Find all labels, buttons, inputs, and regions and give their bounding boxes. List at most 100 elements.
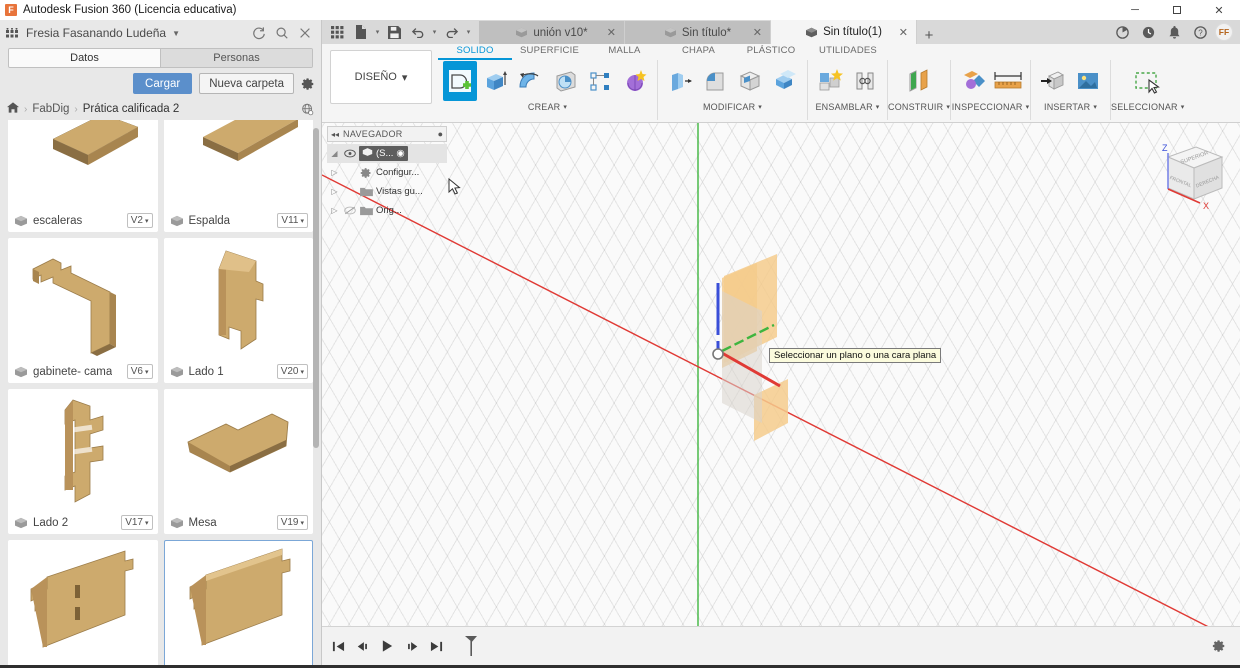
eye-icon[interactable] bbox=[343, 149, 356, 158]
search-icon[interactable] bbox=[275, 26, 289, 40]
save-icon[interactable] bbox=[384, 22, 405, 42]
minimize-button[interactable]: ─ bbox=[1114, 0, 1156, 20]
document-tab-sin-titulo-1[interactable]: Sin título(1) ✕ bbox=[771, 20, 917, 44]
revolve-icon[interactable] bbox=[513, 61, 547, 101]
item-version-badge[interactable]: V11▾ bbox=[277, 213, 308, 228]
document-tab-sin-titulo[interactable]: Sin título* ✕ bbox=[625, 21, 771, 44]
browser-options-icon[interactable]: ● bbox=[438, 129, 443, 139]
new-component-icon[interactable] bbox=[813, 61, 847, 101]
home-icon[interactable] bbox=[7, 102, 19, 116]
tab-datos[interactable]: Datos bbox=[9, 49, 160, 67]
combine-icon[interactable] bbox=[768, 61, 802, 101]
panel-label-inspeccionar[interactable]: INSPECCIONAR▾ bbox=[952, 102, 1030, 112]
list-item[interactable]: Lado 2 V17▾ bbox=[8, 389, 158, 534]
pattern-icon[interactable] bbox=[583, 61, 617, 101]
list-item[interactable]: Espalda V11▾ bbox=[164, 120, 314, 232]
ribbon-tab-utilidades[interactable]: UTILIDADES bbox=[807, 45, 889, 58]
step-back-icon[interactable] bbox=[356, 640, 370, 656]
notifications-bell-icon[interactable] bbox=[1163, 21, 1185, 43]
chevron-down-icon[interactable]: ▾ bbox=[430, 22, 439, 42]
new-file-icon[interactable] bbox=[350, 22, 371, 42]
list-item[interactable]: escaleras V2▾ bbox=[8, 120, 158, 232]
interference-icon[interactable] bbox=[956, 61, 990, 101]
help-icon[interactable]: ? bbox=[1189, 21, 1211, 43]
ribbon-tab-solido[interactable]: SOLIDO bbox=[438, 45, 512, 60]
panel-label-insertar[interactable]: INSERTAR▾ bbox=[1044, 102, 1097, 112]
extrude-icon[interactable] bbox=[478, 61, 512, 101]
maximize-button[interactable] bbox=[1156, 0, 1198, 20]
upload-button[interactable]: Cargar bbox=[133, 73, 192, 94]
press-pull-icon[interactable] bbox=[663, 61, 697, 101]
list-item[interactable]: Mesa V19▾ bbox=[164, 389, 314, 534]
joint-icon[interactable] bbox=[848, 61, 882, 101]
close-icon[interactable] bbox=[298, 26, 312, 40]
root-component-chip[interactable]: (S... ◉ bbox=[359, 146, 408, 161]
ribbon-tab-superficie[interactable]: SUPERFICIE bbox=[512, 45, 587, 58]
expander-icon[interactable]: ▷ bbox=[329, 168, 340, 177]
data-panel-scrollbar[interactable] bbox=[313, 128, 319, 448]
list-item-selected[interactable]: Pared de la cama V10▾ bbox=[164, 540, 314, 668]
go-to-start-icon[interactable] bbox=[332, 640, 345, 656]
timeline-marker-icon[interactable] bbox=[464, 635, 478, 660]
breadcrumb-item-current[interactable]: Prática calificada 2 bbox=[83, 103, 180, 115]
window-select-icon[interactable] bbox=[1127, 61, 1169, 101]
recent-icon[interactable] bbox=[1137, 21, 1159, 43]
play-icon[interactable] bbox=[381, 639, 394, 656]
item-version-badge[interactable]: V2▾ bbox=[127, 213, 153, 228]
undo-icon[interactable] bbox=[407, 22, 428, 42]
insert-derive-icon[interactable] bbox=[1036, 61, 1070, 101]
expander-icon[interactable]: ◢ bbox=[329, 149, 340, 158]
list-item[interactable]: Lado 1 V20▾ bbox=[164, 238, 314, 383]
eye-hidden-icon[interactable] bbox=[343, 206, 356, 215]
expander-icon[interactable]: ▷ bbox=[329, 206, 340, 215]
close-button[interactable]: ✕ bbox=[1198, 0, 1240, 20]
ribbon-tab-chapa[interactable]: CHAPA bbox=[662, 45, 735, 58]
list-item[interactable]: gabinete- cama V6▾ bbox=[8, 238, 158, 383]
list-item[interactable]: pared 2 V4▾ bbox=[8, 540, 158, 668]
shell-icon[interactable] bbox=[733, 61, 767, 101]
browser-row-vistas-guardadas[interactable]: ▷ Vistas gu... bbox=[327, 182, 447, 201]
item-version-badge[interactable]: V6▾ bbox=[127, 364, 153, 379]
avatar[interactable]: FF bbox=[1215, 23, 1233, 41]
ribbon-tab-malla[interactable]: MALLA bbox=[587, 45, 662, 58]
activate-radio-icon[interactable]: ◉ bbox=[396, 148, 404, 159]
grid-apps-icon[interactable] bbox=[327, 22, 348, 42]
close-icon[interactable]: ✕ bbox=[753, 26, 762, 39]
close-icon[interactable]: ✕ bbox=[899, 26, 908, 39]
offset-plane-icon[interactable] bbox=[902, 61, 936, 101]
expander-icon[interactable]: ▷ bbox=[329, 187, 340, 196]
close-icon[interactable]: ✕ bbox=[607, 26, 616, 39]
panel-label-modificar[interactable]: MODIFICAR▾ bbox=[703, 102, 762, 112]
item-version-badge[interactable]: V17▾ bbox=[121, 515, 152, 530]
panel-label-crear[interactable]: CREAR▾ bbox=[528, 102, 567, 112]
measure-icon[interactable] bbox=[991, 61, 1025, 101]
gear-icon[interactable] bbox=[301, 77, 315, 91]
form-icon[interactable] bbox=[618, 61, 652, 101]
jobs-icon[interactable] bbox=[1111, 21, 1133, 43]
item-version-badge[interactable]: V20▾ bbox=[277, 364, 308, 379]
create-sketch-icon[interactable] bbox=[443, 61, 477, 101]
go-to-end-icon[interactable] bbox=[430, 640, 443, 656]
panel-label-construir[interactable]: CONSTRUIR▾ bbox=[888, 102, 950, 112]
collapse-icon[interactable]: ◂◂ bbox=[331, 130, 339, 139]
panel-label-seleccionar[interactable]: SELECCIONAR▾ bbox=[1111, 102, 1184, 112]
ribbon-tab-plastico[interactable]: PLÁSTICO bbox=[735, 45, 807, 58]
chevron-down-icon[interactable]: ▾ bbox=[464, 22, 473, 42]
tab-personas[interactable]: Personas bbox=[160, 49, 312, 67]
timeline-settings-gear-icon[interactable] bbox=[1212, 639, 1240, 656]
document-tab-union[interactable]: unión v10* ✕ bbox=[479, 21, 625, 44]
panel-label-ensamblar[interactable]: ENSAMBLAR▾ bbox=[815, 102, 879, 112]
browser-row-origen[interactable]: ▷ Orig... bbox=[327, 201, 447, 220]
browser-row-root[interactable]: ◢ (S... ◉ bbox=[327, 144, 447, 163]
workspace-selector[interactable]: DISEÑO ▾ bbox=[330, 50, 432, 104]
breadcrumb-item-fabdig[interactable]: FabDig bbox=[32, 103, 69, 115]
chevron-down-icon[interactable]: ▾ bbox=[373, 22, 382, 42]
fillet-icon[interactable] bbox=[698, 61, 732, 101]
globe-icon[interactable] bbox=[301, 103, 314, 116]
item-version-badge[interactable]: V19▾ bbox=[277, 515, 308, 530]
step-forward-icon[interactable] bbox=[405, 640, 419, 656]
viewport-canvas[interactable]: ◂◂ NAVEGADOR ● ◢ (S... bbox=[322, 123, 1240, 646]
chevron-down-icon[interactable]: ▼ bbox=[172, 29, 180, 38]
canvas-image-icon[interactable] bbox=[1071, 61, 1105, 101]
refresh-icon[interactable] bbox=[252, 26, 266, 40]
